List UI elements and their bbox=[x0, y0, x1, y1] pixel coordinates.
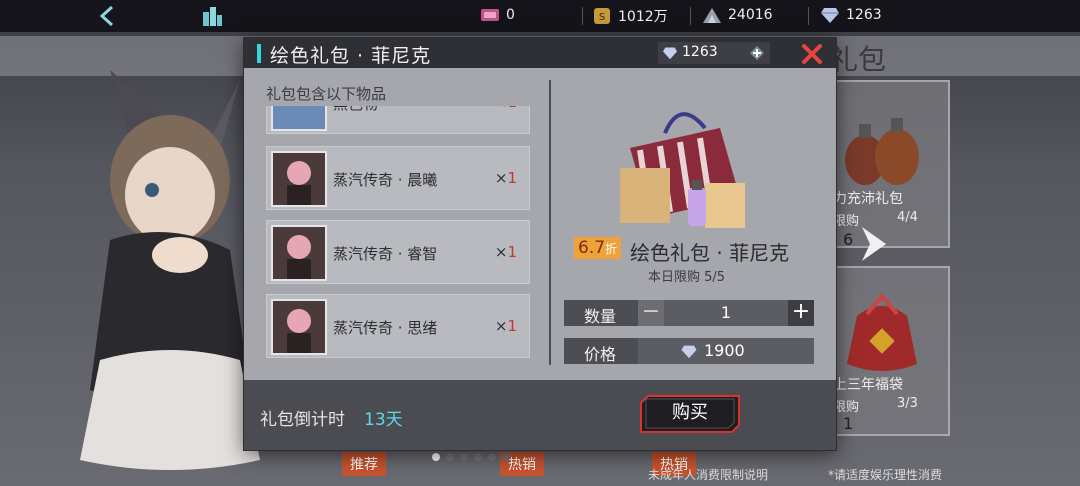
quantity-value[interactable]: 1 bbox=[664, 300, 788, 326]
list-item: 黑色物 ×1 bbox=[266, 106, 530, 134]
item-thumbnail bbox=[271, 225, 327, 281]
countdown-label: 礼包倒计时 bbox=[260, 410, 345, 430]
ticket-count: 0 bbox=[506, 7, 515, 23]
page-dot bbox=[488, 453, 496, 461]
page-dot bbox=[446, 453, 454, 461]
city-home-icon[interactable] bbox=[200, 4, 224, 28]
item-thumbnail bbox=[271, 299, 327, 355]
crystal-resource: 24016 bbox=[702, 6, 773, 24]
separator bbox=[808, 7, 809, 25]
character-illustration bbox=[80, 70, 260, 470]
page-dot bbox=[432, 453, 440, 461]
countdown-value: 13天 bbox=[364, 410, 403, 430]
card-count: 4/4 bbox=[897, 210, 918, 225]
page-indicator bbox=[432, 453, 510, 461]
dialog-header: 绘色礼包 · 菲尼克 1263 bbox=[244, 38, 836, 68]
buy-label: 购买 bbox=[672, 402, 708, 423]
price-display: 1900 bbox=[638, 338, 814, 364]
quantity-minus-button[interactable]: − bbox=[638, 300, 664, 326]
separator bbox=[690, 7, 691, 25]
shop-header-text: 礼包 bbox=[830, 43, 887, 76]
list-item: 蒸汽传奇 · 思绪 ×1 bbox=[266, 294, 530, 358]
crystal-count: 24016 bbox=[728, 7, 773, 23]
pack-contents-list[interactable]: 黑色物 ×1 蒸汽传奇 · 晨曦 ×1 蒸汽传奇 · 睿智 ×1 蒸汽传奇 · … bbox=[266, 106, 534, 366]
item-quantity: ×1 bbox=[494, 169, 517, 187]
quantity-label: 数量 bbox=[564, 300, 638, 326]
gift-bags-icon bbox=[620, 112, 745, 228]
potion-bottles-icon bbox=[845, 118, 919, 185]
item-name: 蒸汽传奇 · 晨曦 bbox=[333, 171, 438, 189]
contents-title: 礼包包含以下物品 bbox=[266, 85, 387, 103]
diamond-resource: 1263 bbox=[820, 6, 882, 24]
page-dot bbox=[474, 453, 482, 461]
chevron-right-icon[interactable] bbox=[858, 225, 890, 263]
item-name: 蒸汽传奇 · 思绪 bbox=[333, 319, 438, 337]
page-dot bbox=[502, 453, 510, 461]
diamond-icon bbox=[681, 345, 697, 359]
discount-badge: 6.7折 bbox=[574, 237, 622, 259]
item-quantity: ×1 bbox=[495, 106, 517, 111]
pack-name: 绘色礼包 · 菲尼克 bbox=[630, 241, 790, 265]
ticket-icon bbox=[481, 9, 499, 21]
list-item: 蒸汽传奇 · 睿智 ×1 bbox=[266, 220, 530, 284]
item-name: 黑色物 bbox=[333, 106, 378, 114]
item-thumbnail bbox=[271, 106, 327, 131]
price-value: 1900 bbox=[704, 341, 745, 360]
price-label: 价格 bbox=[564, 338, 638, 364]
character-portrait-icon bbox=[273, 153, 325, 205]
gem-balance: 1263 bbox=[658, 42, 770, 64]
lucky-bag-icon bbox=[847, 292, 917, 371]
gift-pack-dialog: 绘色礼包 · 菲尼克 1263 礼包包含以下物品 黑色物 ×1 蒸汽传奇 · 晨… bbox=[244, 38, 836, 450]
back-arrow-icon[interactable] bbox=[96, 4, 120, 28]
card-count: 3/3 bbox=[897, 396, 918, 411]
purchase-limit: 本日限购 5/5 bbox=[648, 270, 726, 285]
minor-spending-notice-link[interactable]: 未成年人消费限制说明 bbox=[648, 466, 768, 483]
crystal-mountain-icon bbox=[703, 8, 721, 23]
quantity-plus-button[interactable]: + bbox=[788, 300, 814, 326]
page-dot bbox=[460, 453, 468, 461]
separator bbox=[582, 7, 583, 25]
list-item: 蒸汽传奇 · 晨曦 ×1 bbox=[266, 146, 530, 210]
card-number: 6 bbox=[843, 230, 854, 249]
item-thumbnail bbox=[271, 151, 327, 207]
character-portrait-icon bbox=[273, 301, 325, 353]
title-accent-bar bbox=[257, 44, 261, 63]
top-resource-bar: 0 S 1012万 24016 1263 bbox=[0, 0, 1080, 32]
item-quantity: ×1 bbox=[494, 243, 517, 261]
character-portrait-icon bbox=[273, 227, 325, 279]
coin-count: 1012万 bbox=[618, 9, 668, 25]
buy-button[interactable]: 购买 bbox=[640, 395, 740, 433]
dialog-footer: 礼包倒计时 13天 购买 bbox=[244, 380, 836, 450]
diamond-icon bbox=[663, 47, 677, 60]
coin-icon: S bbox=[594, 8, 610, 24]
svg-text:S: S bbox=[599, 12, 605, 23]
gem-balance-value: 1263 bbox=[682, 44, 718, 60]
divider bbox=[549, 80, 551, 365]
ticket-resource: 0 bbox=[480, 6, 515, 24]
close-icon[interactable] bbox=[800, 42, 824, 66]
item-quantity: ×1 bbox=[494, 317, 517, 335]
coin-resource: S 1012万 bbox=[592, 6, 668, 26]
diamond-icon bbox=[821, 8, 839, 23]
diamond-count: 1263 bbox=[846, 7, 882, 23]
tab-recommend[interactable]: 推荐 bbox=[342, 452, 386, 476]
moderate-play-notice: *请适度娱乐理性消费 bbox=[828, 468, 943, 482]
item-name: 蒸汽传奇 · 睿智 bbox=[333, 245, 438, 263]
card-number: 1 bbox=[843, 414, 854, 433]
add-gems-icon[interactable] bbox=[749, 45, 765, 61]
dialog-title: 绘色礼包 · 菲尼克 bbox=[270, 45, 432, 67]
